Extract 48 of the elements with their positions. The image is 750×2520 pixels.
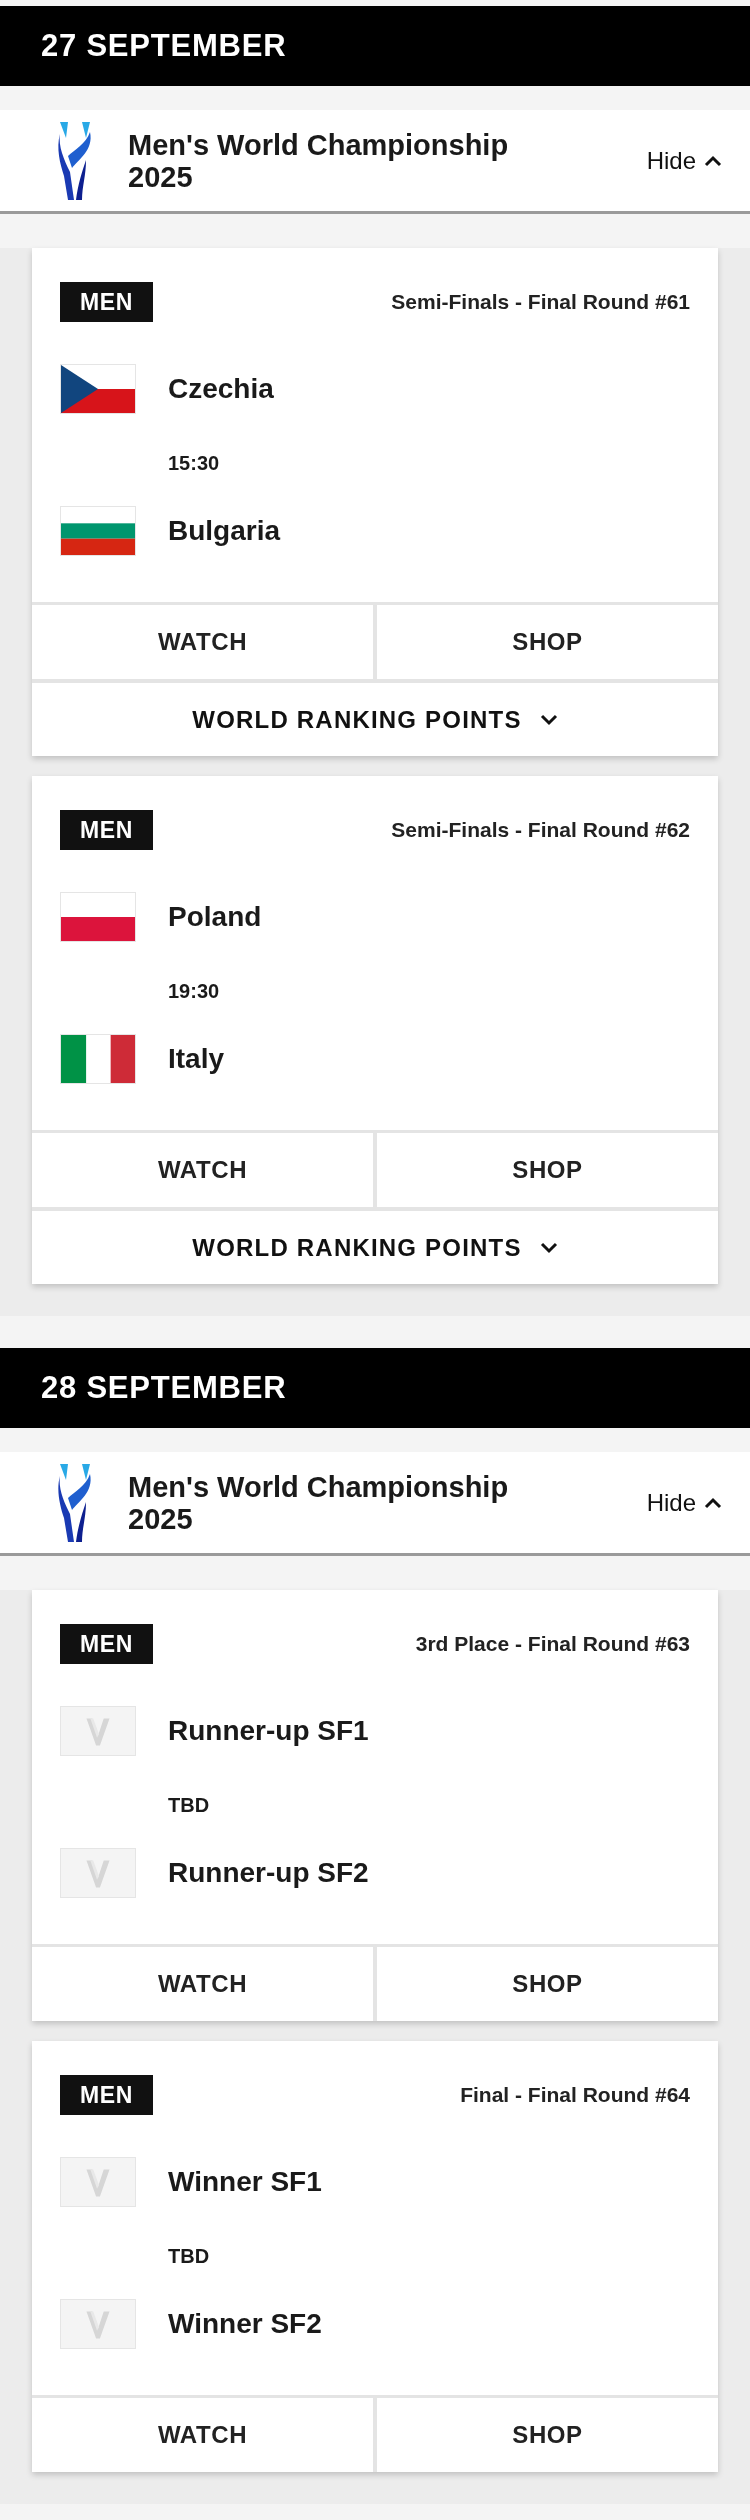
- team-name: Italy: [168, 1042, 225, 1076]
- match-time: TBD: [168, 2245, 210, 2267]
- date-title: 27 SEPTEMBER: [41, 26, 287, 65]
- team-name: Runner-up SF1: [168, 1714, 369, 1748]
- team-name: Winner SF2: [168, 2307, 322, 2341]
- placeholder-logo-icon: [60, 2299, 136, 2349]
- tournament-name: Men's World Championship 2025: [128, 128, 510, 193]
- shop-button[interactable]: SHOP: [373, 2398, 718, 2472]
- hide-toggle[interactable]: Hide: [646, 1484, 722, 1521]
- shop-button[interactable]: SHOP: [373, 1947, 718, 2021]
- shop-button[interactable]: SHOP: [373, 1133, 718, 1207]
- flag-icon: [60, 364, 136, 414]
- team-name: Poland: [168, 900, 262, 934]
- chevron-up-icon: [704, 1496, 722, 1509]
- category-badge: MEN: [60, 282, 153, 322]
- round-label: Semi-Finals - Final Round #62: [391, 817, 690, 844]
- date-title: 28 SEPTEMBER: [41, 1368, 287, 1407]
- category-badge: MEN: [60, 2075, 153, 2115]
- category-badge: MEN: [60, 810, 153, 850]
- team-name: Winner SF1: [168, 2165, 322, 2199]
- watch-button[interactable]: WATCH: [32, 2398, 373, 2472]
- ranking-points-toggle[interactable]: WORLD RANKING POINTS: [32, 1207, 718, 1284]
- chevron-down-icon: [539, 713, 558, 726]
- placeholder-logo-icon: [60, 2157, 136, 2207]
- flag-icon: [60, 506, 136, 556]
- chevron-up-icon: [704, 154, 722, 167]
- team-name: Bulgaria: [168, 514, 281, 548]
- ranking-points-toggle[interactable]: WORLD RANKING POINTS: [32, 679, 718, 756]
- round-label: Semi-Finals - Final Round #61: [391, 289, 690, 316]
- team-name: Runner-up SF2: [168, 1856, 369, 1890]
- flag-icon: [60, 1034, 136, 1084]
- tournament-logo-icon: [56, 1461, 94, 1544]
- chevron-down-icon: [539, 1241, 558, 1254]
- shop-button[interactable]: SHOP: [373, 605, 718, 679]
- team-name: Czechia: [168, 372, 274, 406]
- match-time: TBD: [168, 1794, 210, 1816]
- tournament-name: Men's World Championship 2025: [128, 1470, 510, 1535]
- tournament-logo-icon: [56, 119, 94, 202]
- watch-button[interactable]: WATCH: [32, 1947, 373, 2021]
- placeholder-logo-icon: [60, 1706, 136, 1756]
- hide-toggle[interactable]: Hide: [646, 142, 722, 179]
- match-time: 19:30: [168, 980, 220, 1002]
- flag-icon: [60, 892, 136, 942]
- round-label: 3rd Place - Final Round #63: [415, 1631, 690, 1658]
- round-label: Final - Final Round #64: [460, 2082, 690, 2109]
- placeholder-logo-icon: [60, 1848, 136, 1898]
- category-badge: MEN: [60, 1624, 153, 1664]
- match-time: 15:30: [168, 452, 220, 474]
